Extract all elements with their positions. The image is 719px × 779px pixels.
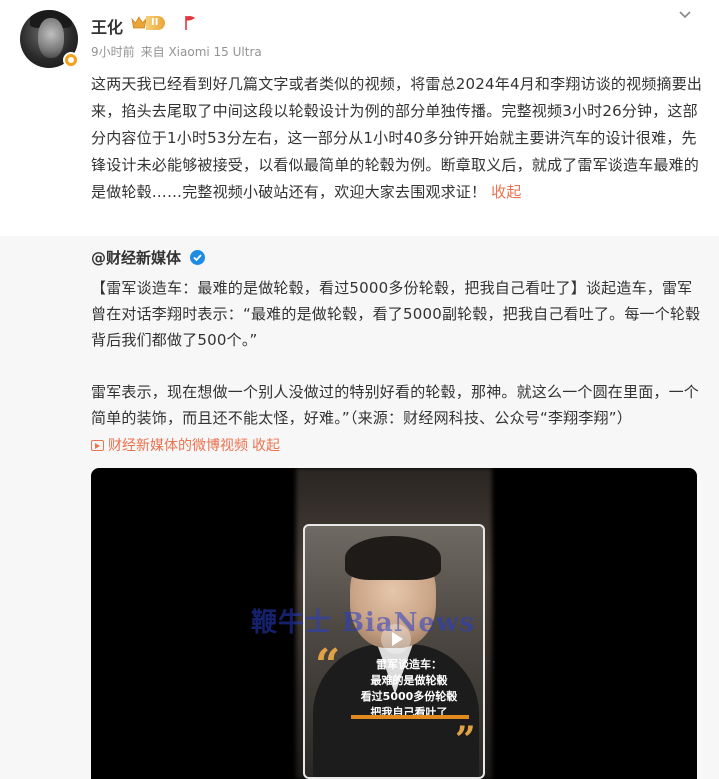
video-player[interactable]: “ 雷军谈造车： 最难的是做轮毂 看过5000多份轮毂 把我自己看吐了 ” 鞭牛… (91, 468, 697, 779)
repost-paragraph-2: 雷军表示，现在想做一个别人没做过的特别好看的轮毂，那神。就这么一个圆在里面，一个… (91, 383, 700, 427)
avatar-face (38, 18, 64, 58)
video-link[interactable]: 财经新媒体的微博视频 (108, 438, 248, 454)
video-caption-line: 最难的是做轮毂 (370, 674, 448, 687)
post-time[interactable]: 9小时前 (91, 45, 135, 59)
video-caption: 雷军谈造车： 最难的是做轮毂 看过5000多份轮毂 把我自己看吐了 (349, 657, 469, 721)
watermark: 鞭牛士 BiaNews (251, 608, 476, 638)
chevron-down-icon[interactable] (677, 8, 693, 22)
video-caption-line: 看过5000多份轮毂 (360, 690, 458, 703)
crown-icon (131, 16, 147, 29)
flag-icon[interactable] (183, 15, 197, 31)
verified-check-icon (190, 250, 205, 265)
quote-open-icon: “ (315, 640, 341, 691)
post-header: 王化 II 9小时前 来自 Xiaomi 15 Ultra (0, 0, 719, 70)
post-body: 这两天我已经看到好几篇文字或者类似的视频，将雷总2024年4月和李翔访谈的视频摘… (91, 71, 703, 206)
collapse-button[interactable]: 收起 (491, 183, 521, 201)
person-hair (345, 536, 441, 580)
video-caption-line: 雷军谈造车： (376, 658, 442, 671)
caption-underline (351, 715, 469, 719)
vip-level-badge[interactable]: II (146, 16, 166, 30)
post-source: 来自 Xiaomi 15 Ultra (140, 45, 262, 59)
quote-close-icon: ” (455, 719, 476, 761)
post-body-text: 这两天我已经看到好几篇文字或者类似的视频，将雷总2024年4月和李翔访谈的视频摘… (91, 75, 703, 201)
video-thumbnail[interactable]: “ 雷军谈造车： 最难的是做轮毂 看过5000多份轮毂 把我自己看吐了 ” (303, 524, 485, 779)
repost-paragraph-1: 【雷军谈造车：最难的是做轮毂，看过5000多份轮毂，把我自己看吐了】谈起造车，雷… (91, 279, 701, 349)
repost-card: @财经新媒体 【雷军谈造车：最难的是做轮毂，看过5000多份轮毂，把我自己看吐了… (0, 236, 719, 779)
verified-badge-icon (63, 52, 79, 68)
username[interactable]: 王化 (91, 14, 123, 38)
post-meta: 9小时前 来自 Xiaomi 15 Ultra (91, 43, 262, 60)
repost-body: 【雷军谈造车：最难的是做轮毂，看过5000多份轮毂，把我自己看吐了】谈起造车，雷… (91, 275, 703, 431)
repost-author[interactable]: @财经新媒体 (91, 247, 181, 268)
video-link-icon (91, 440, 104, 451)
repost-collapse-button[interactable]: 收起 (252, 438, 280, 454)
video-link-row: 财经新媒体的微博视频 收起 (91, 436, 280, 456)
